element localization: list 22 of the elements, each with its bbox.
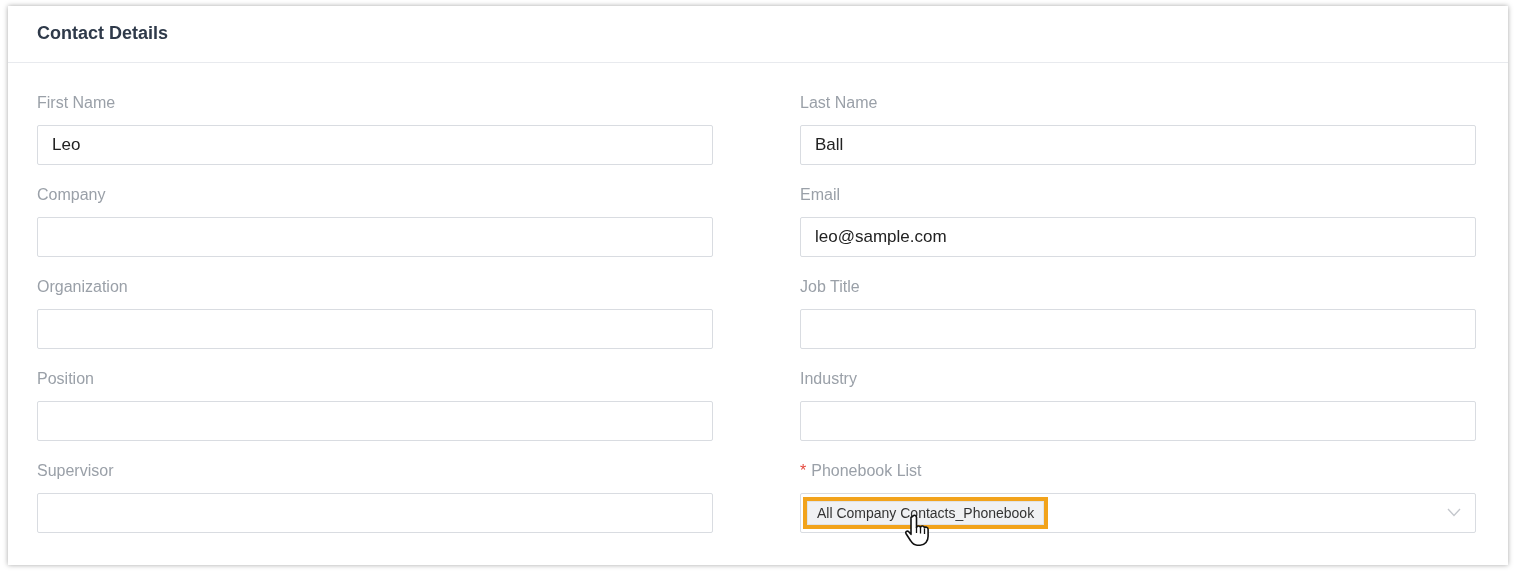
field-label: Organization: [37, 278, 128, 296]
chevron-down-icon: [1447, 508, 1461, 517]
required-asterisk: *: [800, 462, 807, 480]
text-field[interactable]: [37, 401, 713, 441]
text-field[interactable]: Ball: [800, 125, 1476, 165]
text-field[interactable]: [37, 493, 713, 533]
text-field[interactable]: Leo: [37, 125, 713, 165]
text-field[interactable]: [800, 401, 1476, 441]
field-label: First Name: [37, 94, 116, 112]
field-label: Last Name: [800, 94, 878, 112]
text-field[interactable]: [800, 309, 1476, 349]
text-field[interactable]: leo@sample.com: [800, 217, 1476, 257]
text-field[interactable]: [37, 217, 713, 257]
field-label: Email: [800, 186, 840, 204]
field-label: Job Title: [800, 278, 860, 296]
text-field[interactable]: [37, 309, 713, 349]
field-label: Company: [37, 186, 106, 204]
field-label: Supervisor: [37, 462, 114, 480]
card-title: Contact Details: [37, 23, 169, 44]
field-label: Industry: [800, 370, 857, 388]
field-label: Phonebook List: [811, 462, 922, 480]
field-label: Position: [37, 370, 94, 388]
